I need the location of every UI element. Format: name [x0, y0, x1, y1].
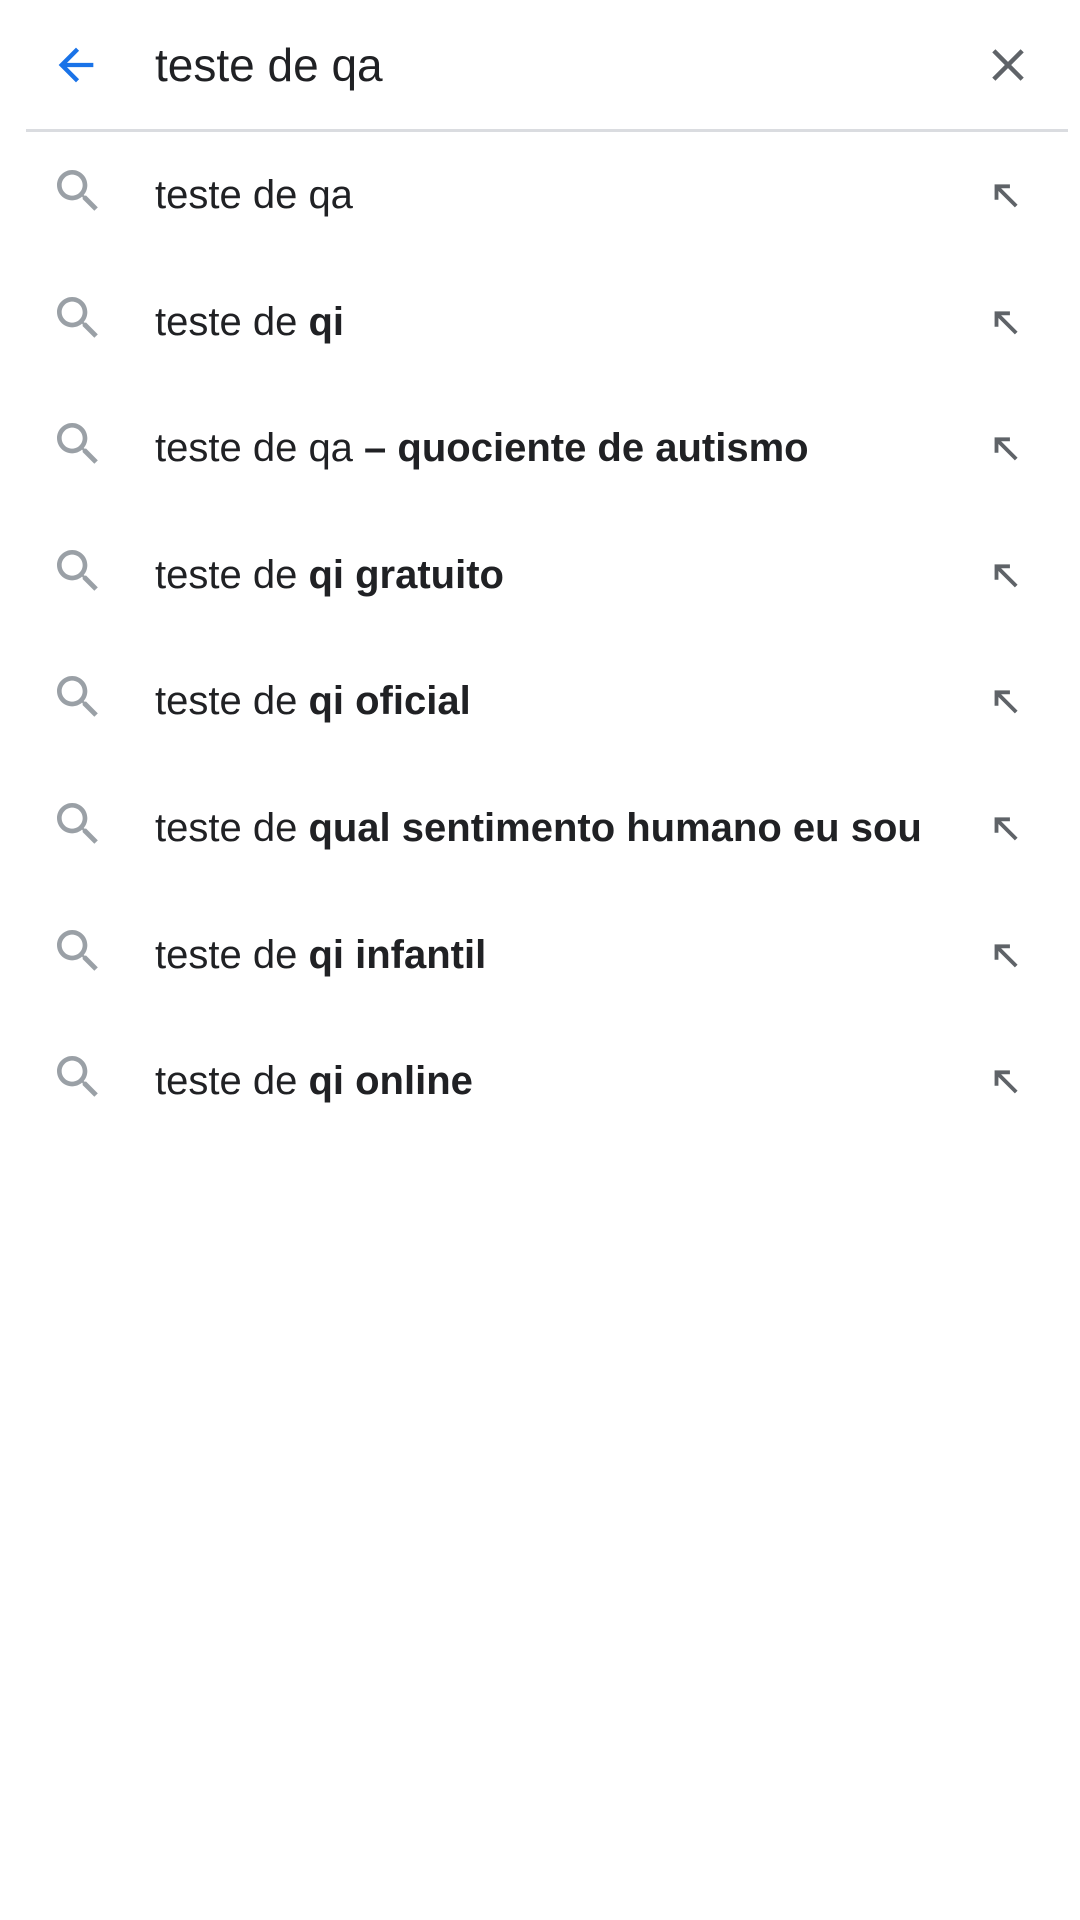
search-icon — [50, 543, 106, 599]
arrow-up-left-icon[interactable] — [968, 534, 1048, 614]
search-icon — [50, 163, 106, 219]
suggestion-text: teste de qa — [155, 173, 353, 217]
suggestion-text: teste de qi online — [155, 1059, 473, 1104]
arrow-up-left-icon[interactable] — [968, 407, 1048, 487]
suggestion-item[interactable]: teste de qi oficial — [0, 638, 1080, 765]
search-icon — [50, 416, 106, 472]
suggestion-item[interactable]: teste de qa – quociente de autismo — [0, 385, 1080, 512]
arrow-up-left-icon[interactable] — [968, 1040, 1048, 1120]
clear-button[interactable] — [968, 25, 1048, 105]
suggestion-item[interactable]: teste de qual sentimento humano eu sou — [0, 765, 1080, 892]
suggestion-text: teste de qual sentimento humano eu sou — [155, 805, 922, 850]
search-icon — [50, 923, 106, 979]
arrow-up-left-icon[interactable] — [968, 281, 1048, 361]
suggestion-text: teste de qi — [155, 299, 344, 344]
search-icon — [50, 290, 106, 346]
arrow-up-left-icon[interactable] — [968, 787, 1048, 867]
suggestion-item[interactable]: teste de qi infantil — [0, 892, 1080, 1019]
search-icon — [50, 1049, 106, 1105]
search-bar — [0, 0, 1080, 130]
suggestion-list: teste de qa teste de qi teste de qa – qu… — [0, 132, 1080, 1145]
arrow-up-left-icon[interactable] — [968, 660, 1048, 740]
suggestion-item[interactable]: teste de qa — [0, 132, 1080, 259]
arrow-up-left-icon[interactable] — [968, 154, 1048, 234]
suggestion-text: teste de qi gratuito — [155, 552, 504, 597]
suggestion-text: teste de qa – quociente de autismo — [155, 426, 809, 471]
close-icon — [992, 49, 1024, 81]
suggestion-text: teste de qi oficial — [155, 679, 471, 724]
arrow-up-left-icon[interactable] — [968, 914, 1048, 994]
search-icon — [50, 669, 106, 725]
suggestion-item[interactable]: teste de qi online — [0, 1018, 1080, 1145]
suggestion-item[interactable]: teste de qi — [0, 259, 1080, 386]
suggestion-text: teste de qi infantil — [155, 932, 487, 977]
suggestion-item[interactable]: teste de qi gratuito — [0, 512, 1080, 639]
back-button[interactable] — [40, 25, 112, 105]
search-input[interactable] — [155, 28, 945, 102]
arrow-left-icon — [58, 47, 94, 83]
search-icon — [50, 796, 106, 852]
